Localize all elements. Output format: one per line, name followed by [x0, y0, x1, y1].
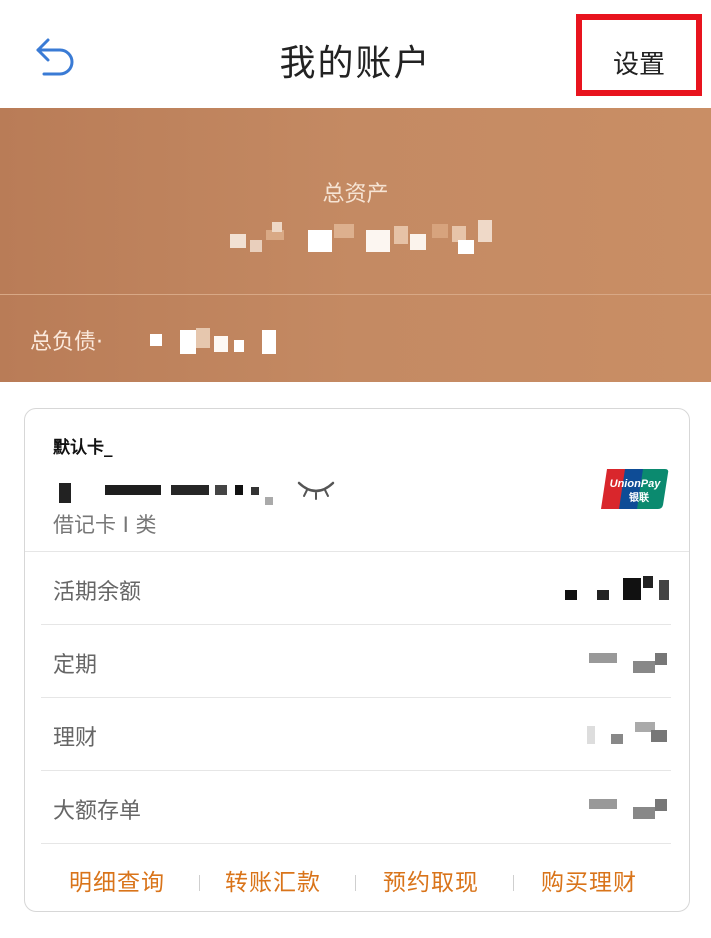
- row-label: 理财: [53, 726, 98, 751]
- unionpay-logo: UnionPay 银联: [601, 469, 669, 509]
- account-card[interactable]: 默认卡_ UnionPay 银联 借记卡 I 类 活期余额 定期 理财 大额存单…: [24, 408, 690, 912]
- action-divider: [199, 875, 200, 891]
- svg-text:UnionPay: UnionPay: [610, 478, 662, 490]
- detail-query-button[interactable]: 明细查询: [69, 863, 165, 897]
- header: 我的账户 设置: [0, 0, 711, 108]
- svg-text:银联: 银联: [629, 491, 649, 504]
- action-divider: [355, 875, 356, 891]
- row-label: 活期余额: [53, 580, 142, 605]
- assets-banner: 总资产 总负债·: [0, 108, 711, 382]
- row-wealth-management[interactable]: 理财: [41, 698, 671, 771]
- settings-button[interactable]: 设置: [582, 44, 696, 81]
- row-label: 大额存单: [53, 799, 142, 824]
- action-bar: 明细查询 转账汇款 预约取现 购买理财: [25, 845, 689, 905]
- total-assets-label: 总资产: [322, 182, 389, 207]
- card-type-label: 借记卡 I 类: [53, 513, 157, 537]
- row-value-masked: [551, 720, 671, 750]
- banner-divider: [0, 294, 711, 295]
- transfer-button[interactable]: 转账汇款: [225, 863, 321, 897]
- eye-closed-icon[interactable]: [297, 479, 335, 501]
- row-value-masked: [551, 574, 671, 604]
- row-value-masked: [551, 793, 671, 823]
- row-label: 定期: [53, 653, 98, 678]
- reserve-withdrawal-button[interactable]: 预约取现: [383, 863, 479, 897]
- settings-highlight: 设置: [576, 14, 702, 96]
- row-fixed-deposit[interactable]: 定期: [41, 625, 671, 698]
- buy-wealth-button[interactable]: 购买理财: [541, 863, 637, 897]
- row-large-deposit[interactable]: 大额存单: [41, 771, 671, 844]
- total-debt-label: 总负债·: [30, 330, 103, 355]
- row-value-masked: [551, 647, 671, 677]
- row-demand-balance[interactable]: 活期余额: [41, 552, 671, 625]
- default-card-label: 默认卡_: [53, 438, 113, 458]
- action-divider: [513, 875, 514, 891]
